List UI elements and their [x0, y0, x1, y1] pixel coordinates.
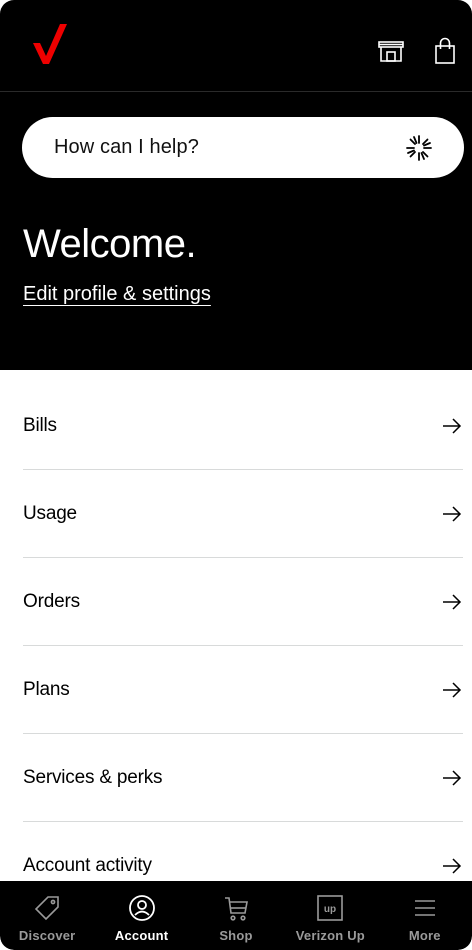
menu-item-bills[interactable]: Bills	[23, 370, 463, 470]
app-screen: How can I help? Welcome. Edit profile & …	[0, 0, 472, 950]
nav-label: Discover	[18, 928, 76, 943]
nav-label: Shop	[219, 928, 253, 943]
user-circle-icon	[128, 893, 156, 923]
hero-section: How can I help? Welcome. Edit profile & …	[0, 0, 472, 370]
help-search-bar[interactable]: How can I help?	[22, 117, 464, 178]
menu-item-label: Account activity	[23, 855, 152, 876]
arrow-right-icon	[443, 505, 462, 522]
nav-label: More	[408, 928, 441, 943]
header-divider	[0, 91, 472, 92]
menu-item-usage[interactable]: Usage	[23, 470, 463, 558]
store-icon[interactable]	[376, 36, 406, 66]
search-placeholder: How can I help?	[54, 136, 199, 158]
nav-label: Account	[114, 928, 169, 943]
menu-item-label: Services & perks	[23, 766, 163, 788]
account-menu-list: Bills Usage Orders Plans Services & perk…	[0, 370, 472, 910]
menu-item-label: Bills	[23, 414, 57, 436]
menu-icon	[412, 893, 438, 923]
up-badge-text: up	[324, 904, 336, 915]
nav-item-verizon-up[interactable]: up Verizon Up	[285, 893, 375, 943]
checkmark-logo-icon[interactable]	[31, 22, 67, 66]
header-actions	[376, 36, 460, 66]
tag-icon	[33, 893, 61, 923]
menu-item-orders[interactable]: Orders	[23, 558, 463, 646]
welcome-heading: Welcome.	[23, 222, 197, 266]
menu-item-services-perks[interactable]: Services & perks	[23, 734, 463, 822]
bottom-navigation: Discover Account Shop up Verizon Up More	[0, 881, 472, 950]
cart-icon	[222, 893, 250, 923]
menu-item-label: Usage	[23, 502, 77, 524]
nav-item-account[interactable]: Account	[97, 893, 187, 943]
edit-profile-link[interactable]: Edit profile & settings	[23, 283, 211, 306]
menu-item-label: Plans	[23, 678, 70, 700]
shopping-bag-icon[interactable]	[430, 36, 460, 66]
nav-item-discover[interactable]: Discover	[2, 893, 92, 943]
up-badge-icon: up	[316, 893, 344, 923]
arrow-right-icon	[443, 681, 462, 698]
nav-item-more[interactable]: More	[380, 893, 470, 943]
arrow-right-icon	[443, 769, 462, 786]
nav-item-shop[interactable]: Shop	[191, 893, 281, 943]
arrow-right-icon	[443, 417, 462, 434]
menu-item-label: Orders	[23, 590, 80, 612]
menu-item-plans[interactable]: Plans	[23, 646, 463, 734]
nav-label: Verizon Up	[295, 928, 365, 943]
arrow-right-icon	[443, 593, 462, 610]
arrow-right-icon	[443, 858, 462, 874]
sparkle-icon[interactable]	[404, 133, 434, 163]
